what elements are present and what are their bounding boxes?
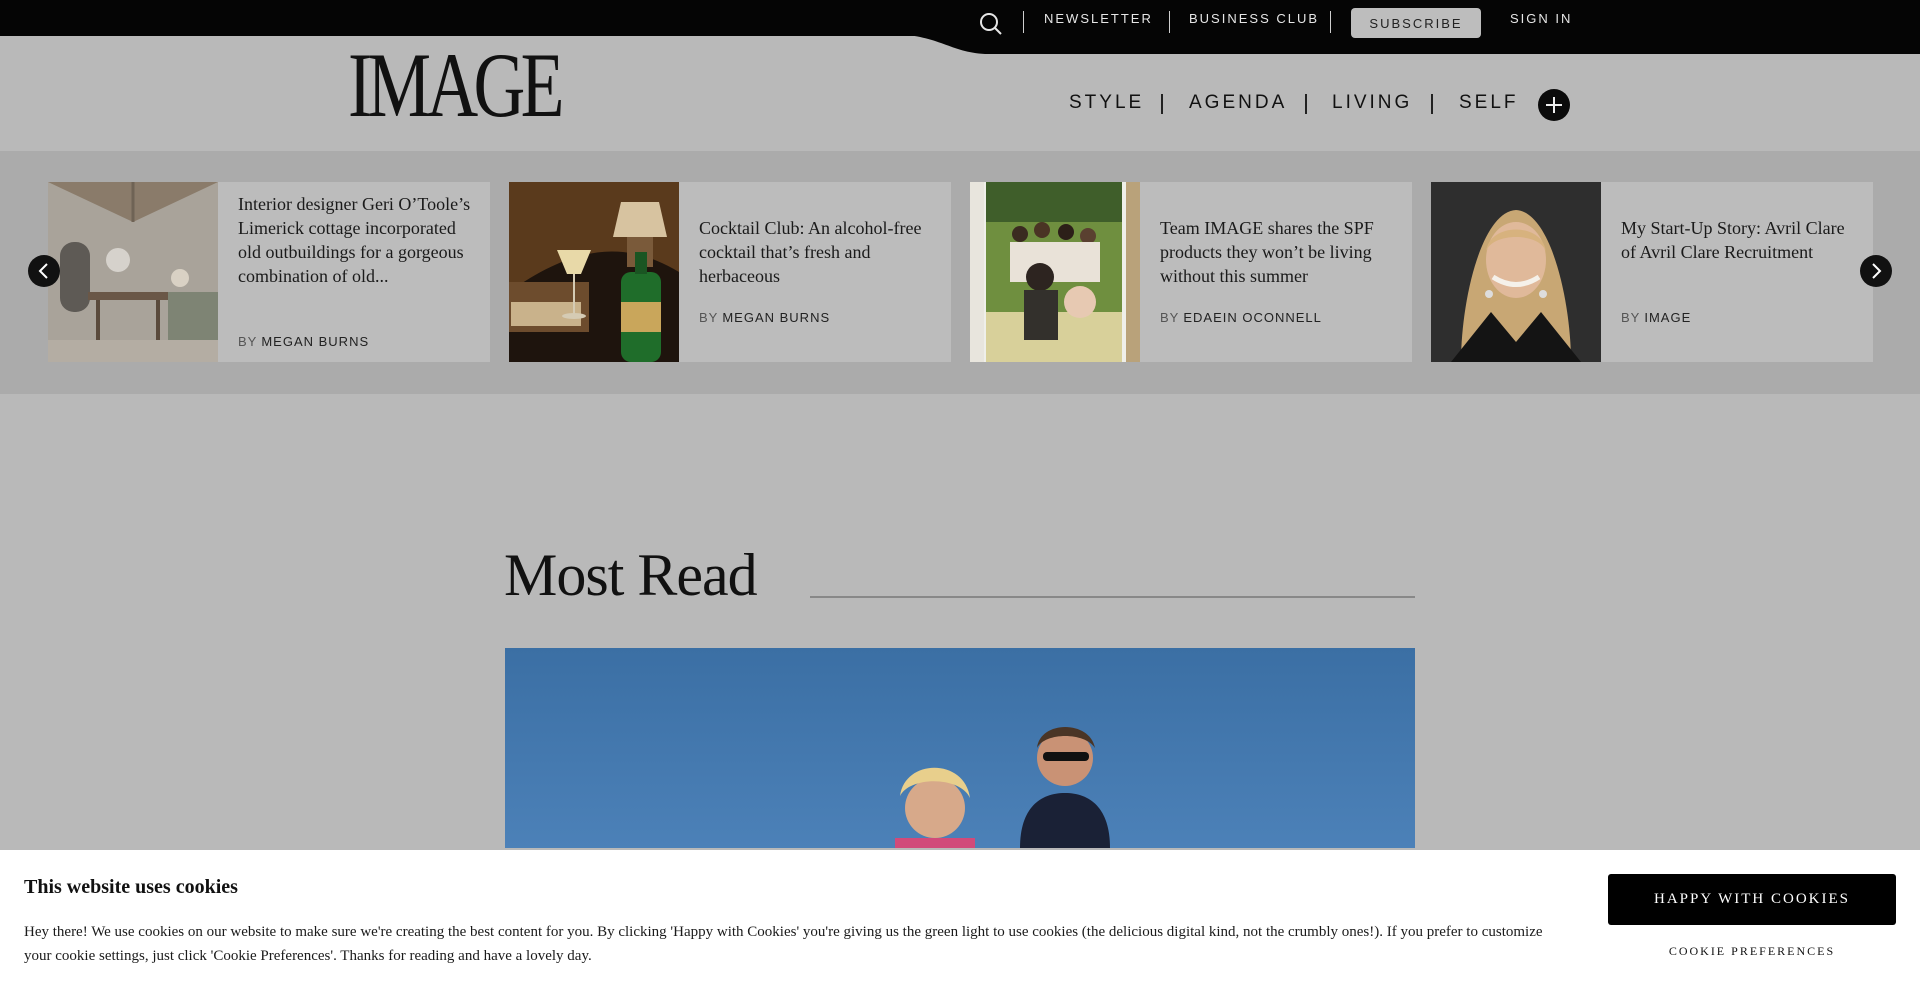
cookie-preferences-link[interactable]: COOKIE PREFERENCES <box>1608 944 1896 959</box>
card-byline: BY EDAEIN OCONNELL <box>1160 310 1322 325</box>
carousel-card[interactable]: Cocktail Club: An alcohol-free cocktail … <box>509 182 951 362</box>
article-thumbnail[interactable] <box>970 182 1140 362</box>
utility-divider <box>1330 11 1331 33</box>
article-thumbnail[interactable] <box>509 182 679 362</box>
card-title[interactable]: Cocktail Club: An alcohol-free cocktail … <box>699 216 939 288</box>
byline-prefix: BY <box>1160 310 1180 325</box>
utility-divider <box>1023 11 1024 33</box>
card-byline: BY MEGAN BURNS <box>699 310 830 325</box>
sign-in-link[interactable]: SIGN IN <box>1510 0 1572 36</box>
card-byline: BY IMAGE <box>1621 310 1691 325</box>
more-menu-plus-icon[interactable] <box>1538 89 1570 121</box>
byline-prefix: BY <box>238 334 258 349</box>
carousel-card[interactable]: Interior designer Geri O’Toole’s Limeric… <box>48 182 490 362</box>
search-icon[interactable] <box>978 11 1004 37</box>
article-thumbnail[interactable] <box>48 182 218 362</box>
subscribe-button[interactable]: SUBSCRIBE <box>1351 8 1481 38</box>
card-author[interactable]: IMAGE <box>1644 310 1691 325</box>
carousel-card[interactable]: My Start-Up Story: Avril Clare of Avril … <box>1431 182 1873 362</box>
carousel-prev-arrow-icon[interactable] <box>28 255 60 287</box>
cookie-banner-text: Hey there! We use cookies on our website… <box>24 924 1543 964</box>
newsletter-link[interactable]: NEWSLETTER <box>1044 0 1153 36</box>
card-title[interactable]: Team IMAGE shares the SPF products they … <box>1160 216 1400 288</box>
nav-style[interactable]: STYLE <box>1069 88 1144 118</box>
carousel-next-arrow-icon[interactable] <box>1860 255 1892 287</box>
nav-divider <box>1161 94 1163 114</box>
nav-agenda[interactable]: AGENDA <box>1189 88 1287 118</box>
carousel-card[interactable]: Team IMAGE shares the SPF products they … <box>970 182 1412 362</box>
card-title[interactable]: My Start-Up Story: Avril Clare of Avril … <box>1621 216 1861 264</box>
card-title[interactable]: Interior designer Geri O’Toole’s Limeric… <box>238 192 478 288</box>
site-logo[interactable]: IMAGE <box>348 39 564 131</box>
byline-prefix: BY <box>1621 310 1641 325</box>
cookie-banner-title: This website uses cookies <box>24 876 238 898</box>
card-author[interactable]: EDAEIN OCONNELL <box>1183 310 1322 325</box>
section-divider <box>810 596 1415 598</box>
nav-living[interactable]: LIVING <box>1332 88 1412 118</box>
nav-self[interactable]: SELF <box>1459 88 1519 118</box>
card-author[interactable]: MEGAN BURNS <box>722 310 830 325</box>
utility-bar <box>0 0 1920 36</box>
nav-divider <box>1305 94 1307 114</box>
accept-cookies-button[interactable]: HAPPY WITH COOKIES <box>1608 874 1896 925</box>
section-title: Most Read <box>504 542 758 608</box>
header-wave-decoration <box>0 34 1920 54</box>
byline-prefix: BY <box>699 310 719 325</box>
business-club-link[interactable]: BUSINESS CLUB <box>1189 0 1319 36</box>
card-byline: BY MEGAN BURNS <box>238 334 369 349</box>
most-read-hero-image[interactable] <box>505 648 1415 848</box>
utility-divider <box>1169 11 1170 33</box>
nav-divider <box>1431 94 1433 114</box>
card-author[interactable]: MEGAN BURNS <box>261 334 369 349</box>
article-thumbnail[interactable] <box>1431 182 1601 362</box>
